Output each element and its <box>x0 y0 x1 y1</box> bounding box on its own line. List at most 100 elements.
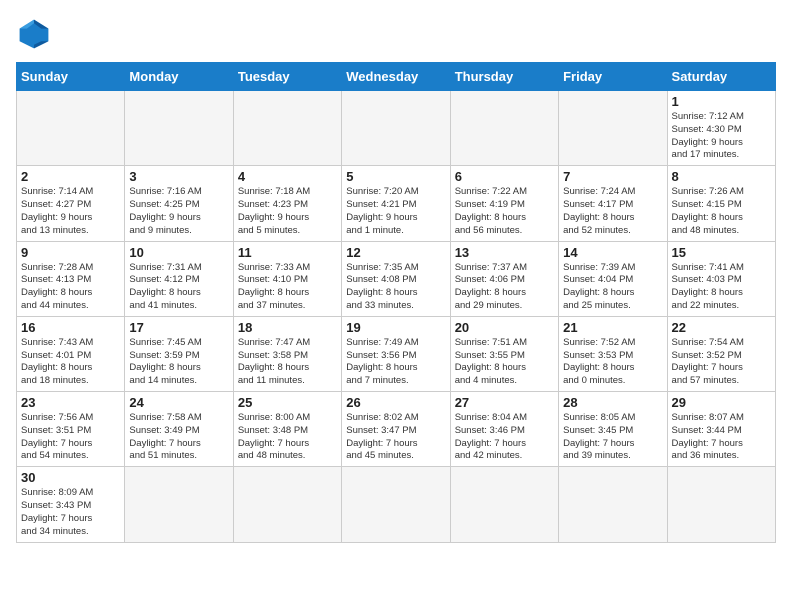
day-info: Sunrise: 8:07 AM Sunset: 3:44 PM Dayligh… <box>672 412 771 463</box>
week-row-1: 1Sunrise: 7:12 AM Sunset: 4:30 PM Daylig… <box>17 91 776 166</box>
day-number: 4 <box>238 169 337 184</box>
day-cell <box>559 467 667 542</box>
day-info: Sunrise: 7:56 AM Sunset: 3:51 PM Dayligh… <box>21 412 120 463</box>
day-cell <box>342 91 450 166</box>
day-cell: 8 Sunrise: 7:26 AM Sunset: 4:15 PM Daylig… <box>667 166 775 241</box>
day-number: 2 <box>21 169 120 184</box>
day-cell <box>125 467 233 542</box>
day-header-friday: Friday <box>559 63 667 91</box>
day-number: 28 <box>563 395 662 410</box>
page-header <box>16 16 776 52</box>
day-cell: 1Sunrise: 7:12 AM Sunset: 4:30 PM Daylig… <box>667 91 775 166</box>
logo <box>16 16 58 52</box>
day-cell: 7Sunrise: 7:24 AM Sunset: 4:17 PM Daylig… <box>559 166 667 241</box>
day-info: Sunrise: 8:09 AM Sunset: 3:43 PM Dayligh… <box>21 487 120 538</box>
day-number: 3 <box>129 169 228 184</box>
week-row-2: 2 Sunrise: 7:14 AM Sunset: 4:27 PM Daylig… <box>17 166 776 241</box>
day-cell: 20 Sunrise: 7:51 AM Sunset: 3:55 PM Dayli… <box>450 316 558 391</box>
page-container: SundayMondayTuesdayWednesdayThursdayFrid… <box>0 0 792 551</box>
day-info: Sunrise: 7:43 AM Sunset: 4:01 PM Dayligh… <box>21 337 120 388</box>
calendar-table: SundayMondayTuesdayWednesdayThursdayFrid… <box>16 62 776 543</box>
day-cell <box>125 91 233 166</box>
day-info: Sunrise: 7:58 AM Sunset: 3:49 PM Dayligh… <box>129 412 228 463</box>
day-header-saturday: Saturday <box>667 63 775 91</box>
day-info: Sunrise: 7:24 AM Sunset: 4:17 PM Dayligh… <box>563 186 662 237</box>
day-number: 27 <box>455 395 554 410</box>
day-info: Sunrise: 7:22 AM Sunset: 4:19 PM Dayligh… <box>455 186 554 237</box>
day-cell: 17Sunrise: 7:45 AM Sunset: 3:59 PM Dayli… <box>125 316 233 391</box>
day-cell: 27Sunrise: 8:04 AM Sunset: 3:46 PM Dayli… <box>450 392 558 467</box>
day-number: 23 <box>21 395 120 410</box>
day-info: Sunrise: 7:14 AM Sunset: 4:27 PM Dayligh… <box>21 186 120 237</box>
day-cell: 16 Sunrise: 7:43 AM Sunset: 4:01 PM Dayli… <box>17 316 125 391</box>
day-cell: 13 Sunrise: 7:37 AM Sunset: 4:06 PM Dayli… <box>450 241 558 316</box>
day-number: 21 <box>563 320 662 335</box>
day-number: 13 <box>455 245 554 260</box>
day-number: 8 <box>672 169 771 184</box>
day-number: 14 <box>563 245 662 260</box>
day-number: 22 <box>672 320 771 335</box>
day-cell: 6 Sunrise: 7:22 AM Sunset: 4:19 PM Daylig… <box>450 166 558 241</box>
day-info: Sunrise: 8:02 AM Sunset: 3:47 PM Dayligh… <box>346 412 445 463</box>
day-number: 30 <box>21 470 120 485</box>
day-cell: 10 Sunrise: 7:31 AM Sunset: 4:12 PM Dayli… <box>125 241 233 316</box>
day-cell <box>233 467 341 542</box>
day-header-monday: Monday <box>125 63 233 91</box>
day-cell: 5 Sunrise: 7:20 AM Sunset: 4:21 PM Daylig… <box>342 166 450 241</box>
day-cell: 26 Sunrise: 8:02 AM Sunset: 3:47 PM Dayli… <box>342 392 450 467</box>
day-info: Sunrise: 7:39 AM Sunset: 4:04 PM Dayligh… <box>563 262 662 313</box>
day-cell: 30 Sunrise: 8:09 AM Sunset: 3:43 PM Dayli… <box>17 467 125 542</box>
day-info: Sunrise: 7:20 AM Sunset: 4:21 PM Dayligh… <box>346 186 445 237</box>
day-number: 25 <box>238 395 337 410</box>
day-info: Sunrise: 7:12 AM Sunset: 4:30 PM Dayligh… <box>672 111 771 162</box>
day-cell: 25 Sunrise: 8:00 AM Sunset: 3:48 PM Dayli… <box>233 392 341 467</box>
day-info: Sunrise: 7:16 AM Sunset: 4:25 PM Dayligh… <box>129 186 228 237</box>
day-number: 11 <box>238 245 337 260</box>
day-number: 5 <box>346 169 445 184</box>
day-info: Sunrise: 7:37 AM Sunset: 4:06 PM Dayligh… <box>455 262 554 313</box>
week-row-6: 30 Sunrise: 8:09 AM Sunset: 3:43 PM Dayli… <box>17 467 776 542</box>
day-cell: 21 Sunrise: 7:52 AM Sunset: 3:53 PM Dayli… <box>559 316 667 391</box>
day-cell: 12 Sunrise: 7:35 AM Sunset: 4:08 PM Dayli… <box>342 241 450 316</box>
day-cell: 2 Sunrise: 7:14 AM Sunset: 4:27 PM Daylig… <box>17 166 125 241</box>
day-number: 16 <box>21 320 120 335</box>
day-info: Sunrise: 7:33 AM Sunset: 4:10 PM Dayligh… <box>238 262 337 313</box>
day-info: Sunrise: 7:54 AM Sunset: 3:52 PM Dayligh… <box>672 337 771 388</box>
day-cell <box>233 91 341 166</box>
day-info: Sunrise: 7:45 AM Sunset: 3:59 PM Dayligh… <box>129 337 228 388</box>
day-cell <box>450 91 558 166</box>
day-info: Sunrise: 7:52 AM Sunset: 3:53 PM Dayligh… <box>563 337 662 388</box>
day-info: Sunrise: 8:00 AM Sunset: 3:48 PM Dayligh… <box>238 412 337 463</box>
calendar-header: SundayMondayTuesdayWednesdayThursdayFrid… <box>17 63 776 91</box>
day-number: 10 <box>129 245 228 260</box>
day-info: Sunrise: 7:26 AM Sunset: 4:15 PM Dayligh… <box>672 186 771 237</box>
day-cell: 28 Sunrise: 8:05 AM Sunset: 3:45 PM Dayli… <box>559 392 667 467</box>
day-cell: 15Sunrise: 7:41 AM Sunset: 4:03 PM Dayli… <box>667 241 775 316</box>
day-number: 19 <box>346 320 445 335</box>
day-info: Sunrise: 7:35 AM Sunset: 4:08 PM Dayligh… <box>346 262 445 313</box>
day-number: 12 <box>346 245 445 260</box>
day-info: Sunrise: 7:41 AM Sunset: 4:03 PM Dayligh… <box>672 262 771 313</box>
day-number: 24 <box>129 395 228 410</box>
day-number: 18 <box>238 320 337 335</box>
day-info: Sunrise: 7:51 AM Sunset: 3:55 PM Dayligh… <box>455 337 554 388</box>
day-cell: 9 Sunrise: 7:28 AM Sunset: 4:13 PM Daylig… <box>17 241 125 316</box>
day-info: Sunrise: 7:31 AM Sunset: 4:12 PM Dayligh… <box>129 262 228 313</box>
day-header-wednesday: Wednesday <box>342 63 450 91</box>
day-info: Sunrise: 7:47 AM Sunset: 3:58 PM Dayligh… <box>238 337 337 388</box>
day-info: Sunrise: 7:28 AM Sunset: 4:13 PM Dayligh… <box>21 262 120 313</box>
day-cell <box>559 91 667 166</box>
day-info: Sunrise: 7:49 AM Sunset: 3:56 PM Dayligh… <box>346 337 445 388</box>
day-cell <box>17 91 125 166</box>
week-row-4: 16 Sunrise: 7:43 AM Sunset: 4:01 PM Dayli… <box>17 316 776 391</box>
day-number: 29 <box>672 395 771 410</box>
day-number: 6 <box>455 169 554 184</box>
day-header-thursday: Thursday <box>450 63 558 91</box>
day-cell: 4Sunrise: 7:18 AM Sunset: 4:23 PM Daylig… <box>233 166 341 241</box>
day-number: 20 <box>455 320 554 335</box>
day-header-tuesday: Tuesday <box>233 63 341 91</box>
day-number: 26 <box>346 395 445 410</box>
day-number: 9 <box>21 245 120 260</box>
day-cell <box>667 467 775 542</box>
day-info: Sunrise: 8:05 AM Sunset: 3:45 PM Dayligh… <box>563 412 662 463</box>
